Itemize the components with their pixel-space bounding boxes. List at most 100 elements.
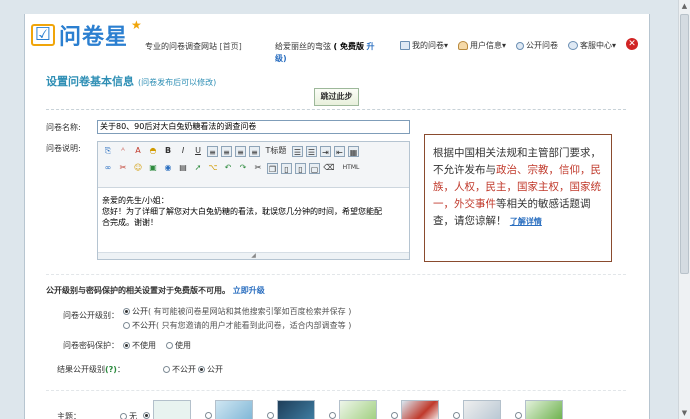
bold-icon[interactable]: B: [162, 145, 174, 157]
table-icon[interactable]: ▦: [348, 146, 359, 157]
result-private-radio[interactable]: [163, 366, 170, 373]
nav-public-questionnaires[interactable]: 公开问卷: [516, 40, 558, 51]
theme-thumbnail[interactable]: [153, 400, 191, 419]
cut-icon[interactable]: ✂: [252, 162, 264, 174]
source-icon[interactable]: ⎘: [102, 145, 114, 157]
theme-thumbnail[interactable]: [215, 400, 253, 419]
theme-radio[interactable]: [329, 412, 336, 419]
theme-option[interactable]: 预览: [513, 400, 575, 419]
description-editor[interactable]: ⎘ ᴬ A ◓ B I U ≡ ≡ ≡ ≡ T标题 ☰ ☰ ⇥ ⇤ ▦ ∞ ✂ …: [97, 141, 410, 260]
emoticon-icon[interactable]: ☺: [132, 162, 144, 174]
editor-content[interactable]: 亲爱的先生/小姐： 您好！为了详细了解您对大白兔奶糖的看法，耽误您几分钟的时间，…: [102, 195, 407, 228]
theme-option[interactable]: 预览: [203, 400, 265, 419]
unlink-icon[interactable]: ✂: [117, 162, 129, 174]
unordered-list-icon[interactable]: ☰: [306, 146, 317, 157]
indent-icon[interactable]: ⇥: [320, 146, 331, 157]
result-public-radio[interactable]: [198, 366, 205, 373]
align-left-icon[interactable]: ≡: [207, 146, 218, 157]
code-icon[interactable]: ⌥: [207, 162, 219, 174]
theme-option[interactable]: 预览: [389, 400, 451, 419]
logo[interactable]: ☑ 问卷星 ★: [31, 18, 142, 50]
media-icon[interactable]: ▤: [177, 162, 189, 174]
underline-icon[interactable]: U: [192, 145, 204, 157]
nav-user-info[interactable]: 用户信息▾: [458, 40, 506, 51]
tagline-text: 专业的问卷调查网站: [145, 42, 217, 51]
password-off-radio[interactable]: [123, 342, 130, 349]
theme-option[interactable]: 预览: [327, 400, 389, 419]
password-on-option[interactable]: 使用: [166, 340, 191, 351]
select-all-icon[interactable]: ▢: [309, 163, 320, 174]
questionnaire-name-input[interactable]: 关于80、90后对大白兔奶糖看法的调查问卷: [97, 120, 410, 134]
divider: [46, 274, 626, 275]
scrollbar-thumb[interactable]: [680, 14, 689, 274]
paste-icon[interactable]: ▯: [281, 163, 292, 174]
theme-label: 主题：: [57, 412, 81, 419]
learn-more-link[interactable]: 了解详情: [510, 217, 542, 226]
image-icon[interactable]: ▣: [147, 162, 159, 174]
theme-thumbnail[interactable]: [525, 400, 563, 419]
align-justify-icon[interactable]: ≡: [249, 146, 260, 157]
upgrade-link[interactable]: 升: [367, 42, 375, 51]
outdent-icon[interactable]: ⇤: [334, 146, 345, 157]
align-right-icon[interactable]: ≡: [235, 146, 246, 157]
private-radio[interactable]: [123, 322, 130, 329]
theme-radio[interactable]: [453, 412, 460, 419]
nav-support[interactable]: 客服中心▾: [568, 40, 616, 51]
upgrade-now-link[interactable]: 立即升级: [233, 286, 265, 295]
clear-format-icon[interactable]: ⌫: [323, 162, 335, 174]
theme-option[interactable]: 预览: [141, 400, 203, 419]
theme-list: 无 预览 预览 预览 预览: [120, 400, 575, 419]
scroll-up-icon[interactable]: ▲: [679, 0, 690, 12]
map-icon[interactable]: ➚: [192, 162, 204, 174]
ordered-list-icon[interactable]: ☰: [292, 146, 303, 157]
star-icon: ★: [131, 18, 142, 32]
theme-radio[interactable]: [143, 412, 150, 419]
italic-icon[interactable]: I: [177, 145, 189, 157]
link-icon[interactable]: ∞: [102, 162, 114, 174]
close-icon[interactable]: ✕: [626, 38, 638, 50]
align-center-icon[interactable]: ≡: [221, 146, 232, 157]
theme-none-option[interactable]: 无: [120, 411, 137, 419]
font-color-icon[interactable]: A: [132, 145, 144, 157]
undo-icon[interactable]: ↶: [222, 162, 234, 174]
home-link[interactable]: [首页]: [220, 42, 242, 51]
theme-thumbnail[interactable]: [339, 400, 377, 419]
vertical-scrollbar[interactable]: ▲ ▼: [678, 0, 690, 419]
scroll-down-icon[interactable]: ▼: [679, 407, 690, 419]
password-on-radio[interactable]: [166, 342, 173, 349]
upgrade-link-2[interactable]: 级): [275, 53, 287, 64]
public-radio[interactable]: [123, 308, 130, 315]
result-private-option[interactable]: 不公开: [163, 364, 196, 375]
editor-resize-handle[interactable]: ◢: [98, 252, 409, 259]
skip-step-button[interactable]: 跳过此步: [314, 88, 359, 106]
theme-radio[interactable]: [515, 412, 522, 419]
heading-button[interactable]: T标题: [263, 145, 289, 157]
theme-thumbnail[interactable]: [463, 400, 501, 419]
public-option[interactable]: 公开( 有可能被问卷星网站和其他搜索引擎如百度检索并保存 ): [123, 306, 351, 317]
name-label: 问卷名称:: [46, 123, 81, 132]
result-private-label: 不公开: [172, 365, 196, 374]
redo-icon[interactable]: ↷: [237, 162, 249, 174]
theme-radio[interactable]: [391, 412, 398, 419]
theme-option[interactable]: 预览: [265, 400, 327, 419]
paste-text-icon[interactable]: ▯: [295, 163, 306, 174]
help-icon[interactable]: (?): [105, 365, 117, 374]
password-off-option[interactable]: 不使用: [123, 340, 156, 351]
flash-icon[interactable]: ◉: [162, 162, 174, 174]
nav-my-questionnaires[interactable]: 我的问卷▾: [400, 40, 448, 51]
highlight-icon[interactable]: ◓: [147, 145, 159, 157]
theme-radio[interactable]: [267, 412, 274, 419]
font-size-icon[interactable]: ᴬ: [117, 145, 129, 157]
result-public-option[interactable]: 公开: [198, 364, 223, 375]
theme-option[interactable]: 预览: [451, 400, 513, 419]
top-nav: 我的问卷▾ 用户信息▾ 公开问卷 客服中心▾: [400, 40, 616, 51]
nav-label: 我的问卷▾: [412, 41, 449, 50]
private-option[interactable]: 不公开( 只有您邀请的用户才能看到此问卷，适合内部调查等 ): [123, 320, 351, 331]
theme-radio[interactable]: [205, 412, 212, 419]
copy-icon[interactable]: ❐: [267, 163, 278, 174]
user-level: ( 免费版: [333, 42, 364, 51]
theme-none-radio[interactable]: [120, 413, 127, 419]
theme-thumbnail[interactable]: [277, 400, 315, 419]
html-button[interactable]: HTML: [338, 162, 364, 174]
theme-thumbnail[interactable]: [401, 400, 439, 419]
